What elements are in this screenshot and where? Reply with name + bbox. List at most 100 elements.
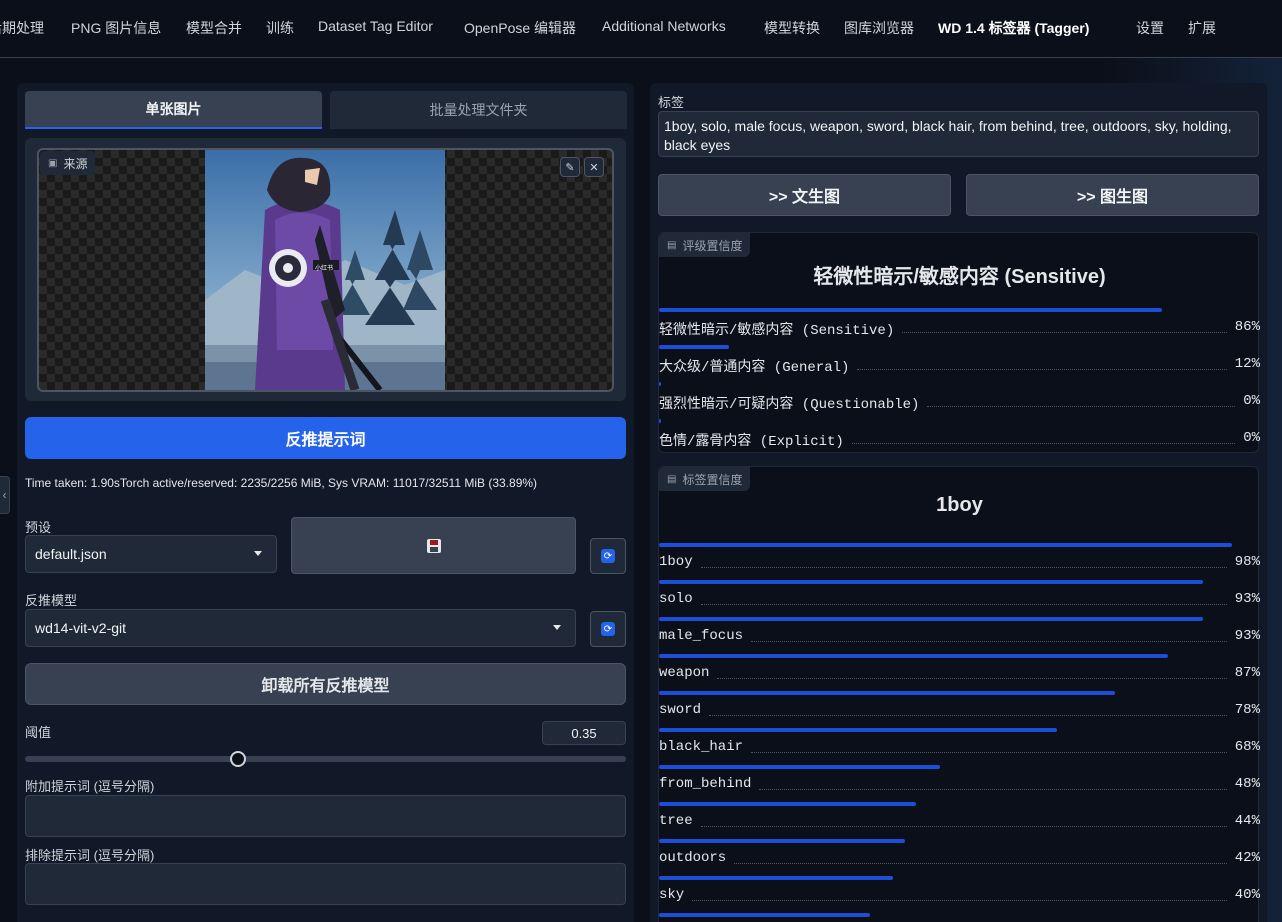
dotted-leader [701, 604, 1227, 605]
interrogate-button[interactable]: 反推提示词 [25, 417, 626, 459]
tag-row: male_focus 93% [659, 617, 1260, 654]
exclude-tags-label: 排除提示词 (逗号分隔) [25, 848, 155, 863]
tag-row: tree 44% [659, 802, 1260, 839]
time-taken-text: Time taken: 1.90sTorch active/reserved: … [25, 476, 538, 490]
send-to-txt2img-button[interactable]: >> 文生图 [658, 174, 951, 216]
dotted-leader [751, 641, 1227, 642]
refresh-presets-button[interactable]: ⟳ [590, 538, 626, 574]
tab-tagger[interactable]: WD 1.4 标签器 (Tagger) [938, 18, 1089, 38]
rating-row: 色情/露骨内容 (Explicit) 0% [659, 419, 1260, 456]
source-image[interactable]: ▣ 来源 ✎ ✕ 小红书 [37, 148, 614, 392]
bar-chart-icon: ▤ [667, 473, 677, 485]
tab-additional-networks[interactable]: Additional Networks [602, 18, 726, 34]
label-percent: 12% [1234, 356, 1260, 372]
send-to-img2img-button[interactable]: >> 图生图 [966, 174, 1259, 216]
label-name: tree [659, 813, 693, 829]
label-name: 大众级/普通内容 (General) [659, 360, 850, 376]
dotted-leader [759, 789, 1227, 790]
threshold-slider-thumb[interactable] [230, 751, 246, 767]
confidence-bar [659, 654, 1168, 658]
additional-tags-input[interactable] [25, 795, 626, 837]
label-name: 轻微性暗示/敏感内容 (Sensitive) [659, 323, 895, 339]
pencil-icon[interactable]: ✎ [560, 157, 580, 177]
save-preset-button[interactable] [291, 517, 576, 574]
confidence-bar [659, 617, 1204, 621]
preset-dropdown[interactable]: default.json [25, 535, 277, 573]
dotted-leader [734, 863, 1227, 864]
label-percent: 42% [1234, 850, 1260, 866]
label-name: outdoors [659, 850, 727, 866]
label-percent: 0% [1243, 430, 1260, 446]
rating-title: 轻微性暗示/敏感内容 (Sensitive) [813, 266, 1106, 288]
dotted-leader [857, 369, 1227, 370]
rating-block-label-text: 评级置信度 [682, 238, 743, 253]
preset-value: default.json [35, 546, 107, 562]
label-name: male_focus [659, 628, 744, 644]
label-name: 色情/露骨内容 (Explicit) [659, 434, 844, 450]
tab-model-converter[interactable]: 模型转换 [764, 18, 820, 38]
exclude-tags-input[interactable] [25, 863, 626, 905]
tab-openpose-editor[interactable]: OpenPose 编辑器 [464, 18, 576, 38]
refresh-icon: ⟳ [601, 549, 615, 563]
rating-confidence-block: ▤ 评级置信度 轻微性暗示/敏感内容 (Sensitive) 轻微性暗示/敏感内… [658, 232, 1260, 456]
dotted-leader [701, 567, 1227, 568]
confidence-bar [659, 802, 917, 806]
threshold-slider-track[interactable] [25, 756, 626, 762]
confidence-bar [659, 876, 893, 880]
tab-single-image[interactable]: 单张图片 [25, 91, 322, 129]
label-name: from_behind [659, 776, 752, 792]
refresh-models-button[interactable]: ⟳ [590, 611, 626, 647]
dotted-leader [701, 826, 1227, 827]
tag-title: 1boy [936, 494, 983, 516]
tags-output-textbox[interactable]: 1boy, solo, male focus, weapon, sword, b… [658, 111, 1259, 157]
tag-block-label-text: 标签置信度 [682, 472, 743, 487]
tags-label: 标签 [658, 95, 685, 110]
tag-row: solo 93% [659, 580, 1260, 617]
label-percent: 0% [1243, 393, 1260, 409]
label-name: sky [659, 887, 685, 903]
anime-character-image: 小红书 [205, 150, 445, 390]
label-percent: 93% [1234, 591, 1260, 607]
confidence-bar [659, 728, 1057, 732]
threshold-label: 阈值 [25, 725, 52, 740]
rating-row: 强烈性暗示/可疑内容 (Questionable) 0% [659, 382, 1260, 419]
label-percent: 93% [1234, 628, 1260, 644]
refresh-icon: ⟳ [601, 622, 615, 636]
rating-block-label: ▤ 评级置信度 [659, 233, 751, 257]
confidence-bar [659, 580, 1204, 584]
source-label: ▣ 来源 [40, 151, 96, 175]
unload-models-button[interactable]: 卸载所有反推模型 [25, 663, 626, 705]
tab-png-info[interactable]: PNG 图片信息 [71, 18, 161, 38]
tag-row: sky 40% [659, 876, 1260, 913]
tag-row: from_behind 48% [659, 765, 1260, 802]
model-dropdown[interactable]: wd14-vit-v2-git [25, 609, 576, 647]
chevron-down-icon [254, 551, 262, 556]
rating-row: 轻微性暗示/敏感内容 (Sensitive) 86% [659, 308, 1260, 345]
collapse-arrow-icon[interactable]: ‹ [0, 476, 10, 514]
artwork-logo-text: 小红书 [315, 264, 333, 272]
tab-extras[interactable]: 后期处理 [0, 18, 44, 38]
chevron-down-icon [553, 625, 561, 630]
confidence-bar [659, 382, 661, 386]
tab-image-browser[interactable]: 图库浏览器 [844, 18, 914, 38]
tab-settings[interactable]: 设置 [1136, 18, 1164, 38]
tag-row: weapon 87% [659, 654, 1260, 691]
tab-checkpoint-merger[interactable]: 模型合并 [186, 18, 242, 38]
rating-row: 大众级/普通内容 (General) 12% [659, 345, 1260, 382]
tag-confidence-block: ▤ 标签置信度 1boy 1boy 98% solo 93% male_focus 93%… [658, 466, 1260, 922]
label-percent: 40% [1234, 887, 1260, 903]
tab-dataset-tag-editor[interactable]: Dataset Tag Editor [318, 18, 433, 34]
tag-row: black_hair 68% [659, 728, 1260, 765]
tab-train[interactable]: 训练 [266, 18, 294, 38]
label-percent: 78% [1234, 702, 1260, 718]
close-icon[interactable]: ✕ [584, 157, 604, 177]
image-upload-box: ▣ 来源 ✎ ✕ 小红书 [25, 138, 626, 401]
label-percent: 86% [1234, 319, 1260, 335]
threshold-number-input[interactable]: 0.35 [542, 721, 626, 745]
tab-batch-folder[interactable]: 批量处理文件夹 [330, 91, 627, 129]
tag-row: holding [659, 913, 1260, 922]
label-percent: 44% [1234, 813, 1260, 829]
tab-extensions[interactable]: 扩展 [1188, 18, 1216, 38]
label-percent: 87% [1234, 665, 1260, 681]
source-label-text: 来源 [63, 156, 88, 171]
